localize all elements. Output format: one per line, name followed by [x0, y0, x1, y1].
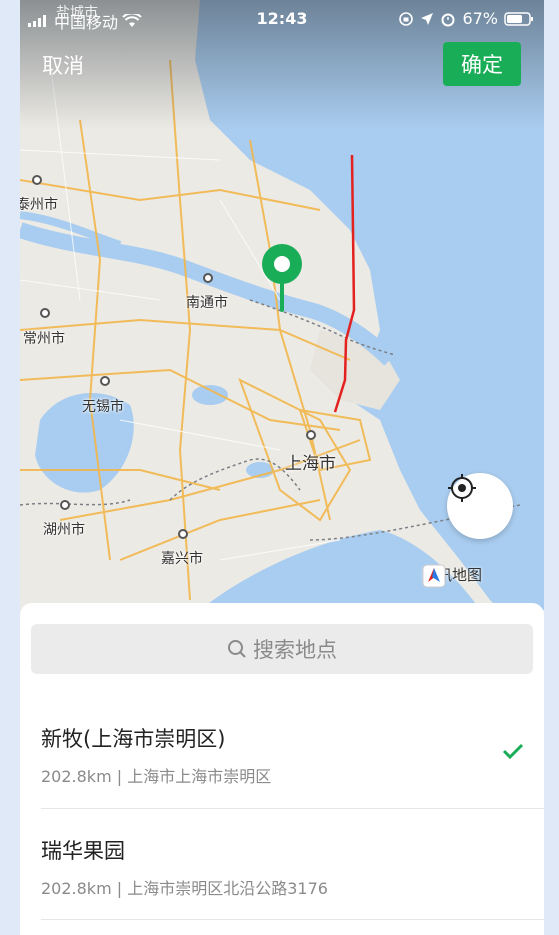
location-picker-screen: 泰州市 南通市 常州市 无锡市 上海市 湖州市 嘉兴市 腾讯地图 中国移动 盐城…: [20, 0, 544, 935]
city-label-taizhou: 泰州市: [20, 197, 58, 213]
locate-target-icon: [448, 474, 476, 502]
city-label-nantong: 南通市: [186, 295, 228, 311]
result-address: 202.8km | 上海市崇明区北沿公路3176: [41, 879, 328, 898]
locate-button[interactable]: [447, 473, 513, 539]
result-name: 新牧(上海市崇明区): [41, 727, 226, 751]
cancel-button[interactable]: 取消: [42, 50, 84, 80]
map-attribution: 腾讯地图: [422, 564, 482, 588]
orientation-lock-icon: [399, 11, 414, 26]
divider: [41, 808, 544, 809]
tencent-map-logo-icon: [422, 564, 446, 588]
status-bar: 中国移动 盐城市 12:43 67%: [20, 0, 544, 38]
battery-percent: 67%: [462, 9, 498, 28]
city-label-huzhou: 湖州市: [43, 522, 85, 538]
city-label-shanghai: 上海市: [285, 454, 336, 474]
city-label-jiaxing: 嘉兴市: [161, 551, 203, 567]
city-label-changzhou: 常州市: [23, 331, 65, 347]
result-address: 202.8km | 上海市上海市崇明区: [41, 767, 272, 786]
checkmark-icon: [502, 743, 524, 759]
search-bar[interactable]: 搜索地点: [31, 624, 533, 674]
map-view[interactable]: 泰州市 南通市 常州市 无锡市 上海市 湖州市 嘉兴市 腾讯地图: [20, 0, 544, 610]
battery-icon: [504, 11, 533, 26]
result-name: 瑞华果园: [41, 839, 125, 863]
result-item-2[interactable]: 瑞华果园 202.8km | 上海市崇明区北沿公路3176: [41, 835, 523, 899]
city-label-wuxi: 无锡市: [82, 399, 124, 415]
result-item-1[interactable]: 新牧(上海市崇明区) 202.8km | 上海市上海市崇明区: [41, 723, 523, 787]
search-icon: [228, 640, 246, 658]
location-arrow-icon: [421, 12, 434, 25]
confirm-button[interactable]: 确定: [443, 42, 521, 86]
status-right: 67%: [398, 9, 534, 28]
divider: [41, 919, 544, 920]
alarm-icon: [441, 13, 455, 26]
search-placeholder: 搜索地点: [253, 638, 337, 662]
results-panel: 搜索地点 新牧(上海市崇明区) 202.8km | 上海市上海市崇明区 瑞华果园…: [20, 603, 544, 935]
